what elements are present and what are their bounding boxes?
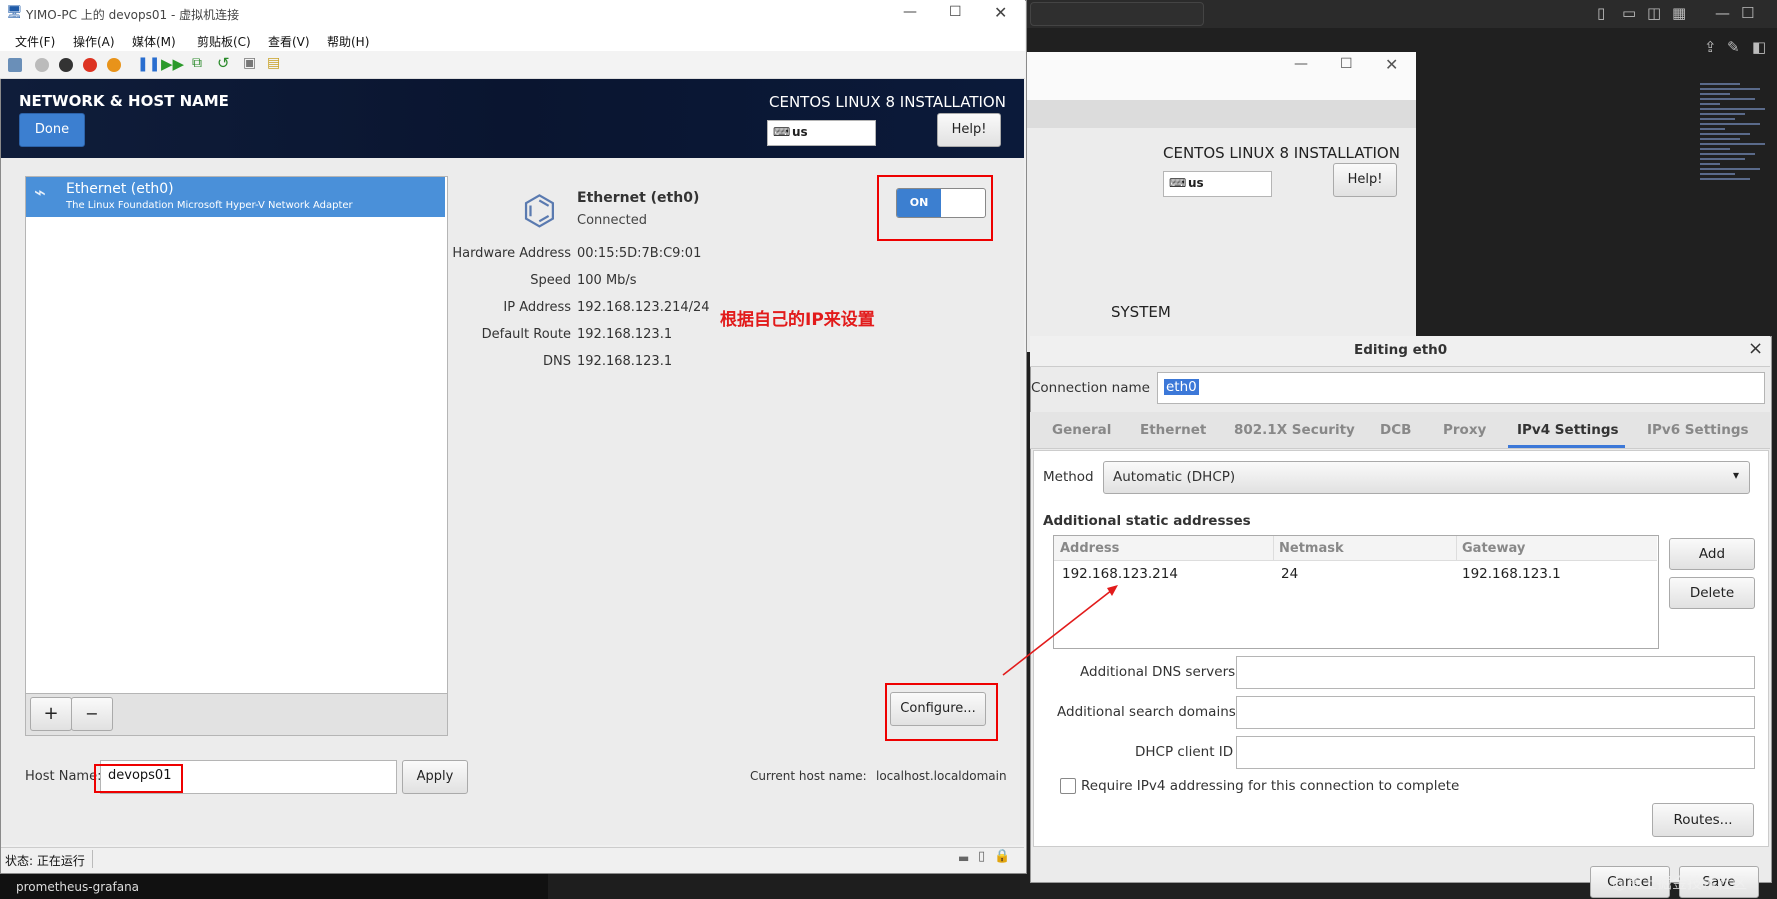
vm-statusbar	[1, 847, 1024, 872]
mouse-status-icon: ▯	[978, 849, 986, 864]
annotation-arrow-line	[1002, 589, 1113, 676]
host-name-label: Host Name:	[25, 769, 102, 784]
annotation-arrow-head	[1107, 585, 1118, 596]
apply-button[interactable]: Apply	[402, 760, 468, 794]
lock-icon: 🔒	[994, 849, 1011, 864]
keyboard-status-icon: ▬	[958, 851, 970, 865]
host-name-value: devops01	[108, 768, 172, 783]
current-host-value: localhost.localdomain	[876, 769, 1007, 783]
status-divider	[92, 850, 93, 868]
current-host-label: Current host name:	[750, 769, 867, 783]
vm-status: 状态: 正在运行	[5, 854, 85, 868]
